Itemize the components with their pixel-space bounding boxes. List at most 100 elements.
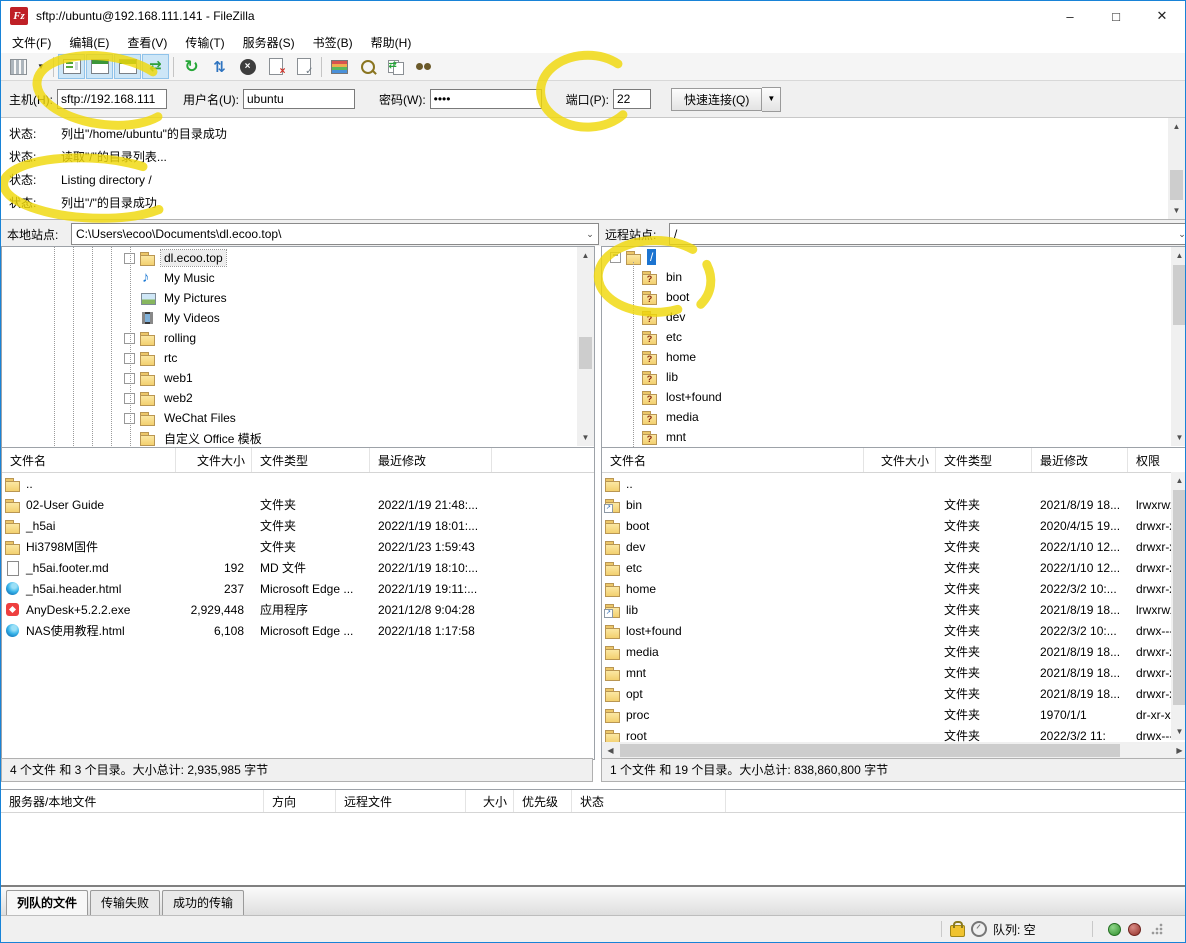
local-site-combo[interactable]: C:\Users\ecoo\Documents\dl.ecoo.top\ ⌄	[71, 223, 599, 245]
chevron-down-icon[interactable]: ⌄	[582, 229, 598, 240]
local-tree-item[interactable]: My Music	[2, 268, 594, 288]
file-row[interactable]: root 文件夹 2022/3/2 11: drwx------	[602, 725, 1186, 742]
file-row[interactable]: _h5ai 文件夹 2022/1/19 18:01:...	[2, 515, 594, 536]
password-input[interactable]	[430, 89, 542, 109]
scroll-right-arrow[interactable]: ▶	[1171, 742, 1186, 759]
file-row[interactable]: _h5ai.footer.md 192 MD 文件 2022/1/19 18:1…	[2, 557, 594, 578]
scrollbar-thumb[interactable]	[1170, 170, 1183, 200]
reconnect-button[interactable]: ✓	[290, 54, 317, 79]
toggle-queue-button[interactable]: ⇄	[142, 54, 169, 79]
file-row[interactable]: NAS使用教程.html 6,108 Microsoft Edge ... 20…	[2, 620, 594, 641]
file-row[interactable]: Hi3798M固件 文件夹 2022/1/23 1:59:43	[2, 536, 594, 557]
menu-item[interactable]: 帮助(H)	[362, 32, 421, 53]
menu-item[interactable]: 书签(B)	[304, 32, 362, 53]
scroll-up-arrow[interactable]: ▲	[577, 247, 594, 264]
local-tree-item[interactable]: rolling	[2, 328, 594, 348]
maximize-button[interactable]: □	[1093, 1, 1139, 31]
site-manager-dropdown[interactable]: ▼	[33, 54, 49, 79]
column-header[interactable]: 优先级	[514, 790, 572, 812]
column-header[interactable]: 最近修改	[1032, 448, 1128, 472]
menu-item[interactable]: 文件(F)	[3, 32, 60, 53]
queue-tab[interactable]: 成功的传输	[162, 890, 244, 916]
file-row[interactable]: AnyDesk+5.2.2.exe 2,929,448 应用程序 2021/12…	[2, 599, 594, 620]
remote-tree-item[interactable]: boot	[602, 287, 1186, 307]
disconnect-button[interactable]: ×	[262, 54, 289, 79]
scrollbar-thumb[interactable]	[1173, 490, 1186, 705]
speed-gauge-icon[interactable]	[971, 921, 987, 937]
file-row[interactable]: etc 文件夹 2022/1/10 12... drwxr-xr-x	[602, 557, 1186, 578]
cancel-button[interactable]: ×	[234, 54, 261, 79]
minimize-button[interactable]: –	[1047, 1, 1093, 31]
remote-tree-scrollbar[interactable]: ▲ ▼	[1171, 247, 1186, 446]
tree-expander[interactable]: −	[610, 252, 621, 263]
menu-item[interactable]: 查看(V)	[118, 32, 176, 53]
remote-tree-item[interactable]: mnt	[602, 427, 1186, 447]
log-scrollbar[interactable]: ▲ ▼	[1168, 118, 1185, 219]
column-header[interactable]: 方向	[264, 790, 336, 812]
remote-list-hscrollbar[interactable]: ◀ ▶	[602, 742, 1186, 759]
file-row[interactable]: 02-User Guide 文件夹 2022/1/19 21:48:...	[2, 494, 594, 515]
menu-item[interactable]: 传输(T)	[176, 32, 233, 53]
scrollbar-thumb[interactable]	[620, 744, 1120, 757]
scroll-down-arrow[interactable]: ▼	[1171, 723, 1186, 740]
local-tree-item[interactable]: My Pictures	[2, 288, 594, 308]
file-row[interactable]: media 文件夹 2021/8/19 18... drwxr-xr-x	[602, 641, 1186, 662]
toggle-remote-tree-button[interactable]	[114, 54, 141, 79]
column-header[interactable]: 服务器/本地文件	[1, 790, 264, 812]
scroll-left-arrow[interactable]: ◀	[602, 742, 619, 759]
file-row[interactable]: mnt 文件夹 2021/8/19 18... drwxr-xr-x	[602, 662, 1186, 683]
scroll-down-arrow[interactable]: ▼	[577, 429, 594, 446]
scroll-up-arrow[interactable]: ▲	[1168, 118, 1185, 135]
local-tree-item[interactable]: 自定义 Office 模板	[2, 428, 594, 448]
scrollbar-thumb[interactable]	[579, 337, 592, 369]
column-header[interactable]: 文件大小	[176, 448, 252, 472]
remote-tree-item[interactable]: etc	[602, 327, 1186, 347]
chevron-down-icon[interactable]: ⌄	[1174, 229, 1186, 240]
file-row[interactable]: lost+found 文件夹 2022/3/2 10:... drwx-----…	[602, 620, 1186, 641]
local-tree-item[interactable]: My Videos	[2, 308, 594, 328]
remote-tree-root[interactable]: − /	[602, 247, 1186, 267]
quickconnect-button[interactable]: 快速连接(Q)	[671, 88, 762, 111]
file-row[interactable]: bin 文件夹 2021/8/19 18... lrwxrwxrwx	[602, 494, 1186, 515]
remote-tree-item[interactable]: media	[602, 407, 1186, 427]
file-row[interactable]: opt 文件夹 2021/8/19 18... drwxr-xr-x	[602, 683, 1186, 704]
local-tree-item[interactable]: WeChat Files	[2, 408, 594, 428]
column-header[interactable]: 状态	[572, 790, 726, 812]
local-tree-item[interactable]: web1	[2, 368, 594, 388]
refresh-button[interactable]: ↻	[178, 54, 205, 79]
directory-comparison-button[interactable]	[326, 54, 353, 79]
queue-tab[interactable]: 列队的文件	[6, 890, 88, 916]
scroll-up-arrow[interactable]: ▲	[1171, 472, 1186, 489]
local-tree-item[interactable]: dl.ecoo.top	[2, 248, 594, 268]
local-tree-item[interactable]: rtc	[2, 348, 594, 368]
remote-list-vscrollbar[interactable]: ▲ ▼	[1171, 472, 1186, 740]
close-button[interactable]: ✕	[1139, 1, 1185, 31]
scroll-down-arrow[interactable]: ▼	[1168, 202, 1185, 219]
remote-tree-item[interactable]: dev	[602, 307, 1186, 327]
resize-grip[interactable]	[1151, 923, 1163, 935]
column-header[interactable]: 最近修改	[370, 448, 492, 472]
find-files-button[interactable]	[354, 54, 381, 79]
column-header[interactable]: 文件类型	[936, 448, 1032, 472]
file-row[interactable]: ..	[2, 473, 594, 494]
scroll-down-arrow[interactable]: ▼	[1171, 429, 1186, 446]
username-input[interactable]	[243, 89, 355, 109]
file-row[interactable]: dev 文件夹 2022/1/10 12... drwxr-xr-x	[602, 536, 1186, 557]
column-header[interactable]: 远程文件	[336, 790, 466, 812]
file-row[interactable]: boot 文件夹 2020/4/15 19... drwxr-xr-x	[602, 515, 1186, 536]
port-input[interactable]	[613, 89, 651, 109]
column-header[interactable]: 大小	[466, 790, 514, 812]
toggle-message-log-button[interactable]	[58, 54, 85, 79]
quickconnect-dropdown[interactable]: ▼	[762, 87, 781, 112]
site-manager-button[interactable]	[5, 54, 32, 79]
file-row[interactable]: proc 文件夹 1970/1/1 dr-xr-xr-x	[602, 704, 1186, 725]
remote-tree-item[interactable]: bin	[602, 267, 1186, 287]
menu-item[interactable]: 服务器(S)	[234, 32, 304, 53]
synchronized-browsing-button[interactable]: ⇄	[382, 54, 409, 79]
queue-tab[interactable]: 传输失败	[90, 890, 160, 916]
remote-tree-item[interactable]: home	[602, 347, 1186, 367]
local-tree-scrollbar[interactable]: ▲ ▼	[577, 247, 594, 446]
toggle-local-tree-button[interactable]	[86, 54, 113, 79]
column-header[interactable]: 文件大小	[864, 448, 936, 472]
column-header[interactable]: 文件名	[2, 448, 176, 472]
